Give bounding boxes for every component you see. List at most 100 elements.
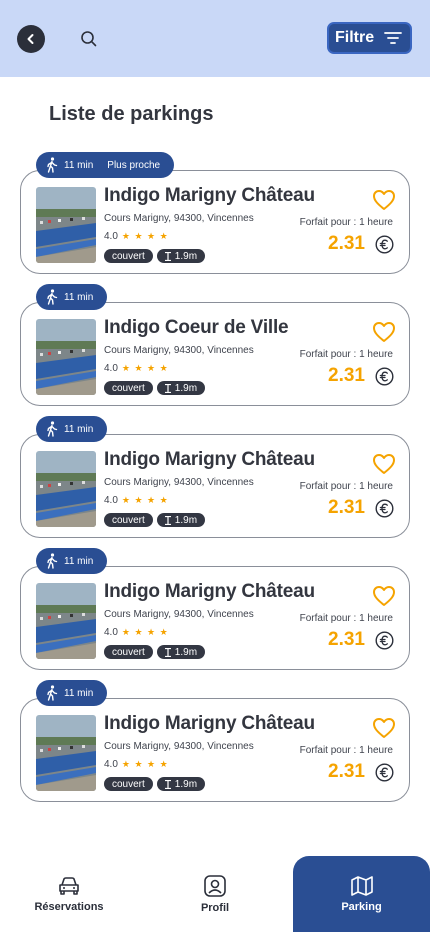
page-title: Liste de parkings	[49, 103, 214, 125]
price-row: 2.31	[328, 629, 394, 651]
tag-covered: couvert	[104, 513, 153, 527]
tag-covered: couvert	[104, 249, 153, 263]
parking-card[interactable]: Indigo Marigny Château Cours Marigny, 94…	[20, 698, 410, 802]
parking-address: Cours Marigny, 94300, Vincennes	[104, 477, 254, 488]
bottom-navigation: Réservations Profil Parking	[0, 856, 430, 932]
tag-height: 1.9m	[156, 513, 206, 527]
parking-name: Indigo Marigny Château	[104, 449, 315, 470]
parking-rating: 4.0 ★ ★ ★ ★	[104, 231, 169, 242]
tag-height: 1.9m	[156, 381, 206, 395]
price-row: 2.31	[328, 761, 394, 783]
parking-thumbnail	[36, 715, 96, 791]
walk-time-badge: 11 min	[36, 416, 108, 442]
parking-address: Cours Marigny, 94300, Vincennes	[104, 741, 254, 752]
car-icon	[59, 877, 79, 895]
nav-profil[interactable]: Profil	[165, 856, 265, 932]
heart-icon[interactable]	[372, 321, 396, 343]
price-row: 2.31	[328, 497, 394, 519]
tag-covered-label: couvert	[112, 778, 145, 790]
forfait-label: Forfait pour : 1 heure	[299, 613, 393, 624]
parking-name: Indigo Marigny Château	[104, 713, 315, 734]
parking-card[interactable]: Indigo Marigny Château Cours Marigny, 94…	[20, 170, 410, 274]
height-limit-icon	[164, 647, 171, 657]
parking-name: Indigo Coeur de Ville	[104, 317, 289, 338]
price-value: 2.31	[328, 761, 365, 782]
tag-height-label: 1.9m	[174, 646, 198, 658]
rating-value: 4.0	[104, 363, 118, 374]
parking-tags: couvert 1.9m	[104, 777, 206, 791]
parking-tags: couvert 1.9m	[104, 645, 206, 659]
price-value: 2.31	[328, 365, 365, 386]
parking-list-item: Indigo Marigny Château Cours Marigny, 94…	[0, 680, 430, 802]
heart-icon[interactable]	[372, 453, 396, 475]
parking-list-item: Indigo Coeur de Ville Cours Marigny, 943…	[0, 284, 430, 406]
tag-covered-label: couvert	[112, 250, 145, 262]
user-icon	[204, 875, 226, 897]
parking-photo	[36, 451, 96, 527]
price-value: 2.31	[328, 497, 365, 518]
parking-list-item: Indigo Marigny Château Cours Marigny, 94…	[0, 152, 430, 274]
parking-rating: 4.0 ★ ★ ★ ★	[104, 495, 169, 506]
parking-thumbnail	[36, 451, 96, 527]
parking-tags: couvert 1.9m	[104, 513, 206, 527]
tag-height-label: 1.9m	[174, 778, 198, 790]
tag-height-label: 1.9m	[174, 250, 198, 262]
parking-rating: 4.0 ★ ★ ★ ★	[104, 627, 169, 638]
heart-icon[interactable]	[372, 717, 396, 739]
walk-time-label: 11 min	[64, 291, 94, 303]
parking-address: Cours Marigny, 94300, Vincennes	[104, 345, 254, 356]
heart-icon[interactable]	[372, 585, 396, 607]
height-limit-icon	[164, 383, 171, 393]
filter-label: Filtre	[335, 29, 375, 46]
rating-value: 4.0	[104, 759, 118, 770]
tag-height: 1.9m	[156, 249, 206, 263]
height-limit-icon	[164, 251, 171, 261]
price-row: 2.31	[328, 365, 394, 387]
parking-rating: 4.0 ★ ★ ★ ★	[104, 759, 169, 770]
euro-icon	[375, 234, 394, 254]
tag-covered-label: couvert	[112, 514, 145, 526]
parking-photo	[36, 187, 96, 263]
nav-reservations[interactable]: Réservations	[20, 856, 118, 932]
walk-time-label: 11 min	[64, 687, 94, 699]
euro-icon	[375, 762, 394, 782]
walk-time-label: 11 min	[64, 159, 94, 171]
parking-list-item: Indigo Marigny Château Cours Marigny, 94…	[0, 548, 430, 670]
tag-covered-label: couvert	[112, 382, 145, 394]
walk-time-badge: 11 min Plus proche	[36, 152, 175, 178]
top-bar: Filtre	[0, 0, 430, 77]
forfait-label: Forfait pour : 1 heure	[299, 745, 393, 756]
rating-value: 4.0	[104, 495, 118, 506]
price-row: 2.31	[328, 233, 394, 255]
heart-icon[interactable]	[372, 189, 396, 211]
filter-button[interactable]: Filtre	[327, 22, 412, 54]
rating-stars: ★ ★ ★ ★	[121, 231, 169, 241]
tag-height-label: 1.9m	[174, 514, 198, 526]
tag-height-label: 1.9m	[174, 382, 198, 394]
parking-card[interactable]: Indigo Marigny Château Cours Marigny, 94…	[20, 434, 410, 538]
parking-tags: couvert 1.9m	[104, 249, 206, 263]
search-icon	[81, 31, 97, 47]
euro-icon	[375, 630, 394, 650]
search-button[interactable]	[79, 29, 99, 49]
back-button[interactable]	[17, 25, 45, 53]
walk-time-badge: 11 min	[36, 680, 108, 706]
tag-height: 1.9m	[156, 777, 206, 791]
walking-person-icon	[47, 421, 58, 437]
nav-parking[interactable]: Parking	[293, 856, 430, 932]
parking-card[interactable]: Indigo Coeur de Ville Cours Marigny, 943…	[20, 302, 410, 406]
rating-stars: ★ ★ ★ ★	[121, 495, 169, 505]
parking-thumbnail	[36, 583, 96, 659]
parking-photo	[36, 715, 96, 791]
tag-height: 1.9m	[156, 645, 206, 659]
parking-card[interactable]: Indigo Marigny Château Cours Marigny, 94…	[20, 566, 410, 670]
tag-covered: couvert	[104, 777, 153, 791]
map-icon	[350, 876, 373, 896]
tag-covered: couvert	[104, 645, 153, 659]
walk-time-badge: 11 min	[36, 548, 108, 574]
walk-time-label: 11 min	[64, 423, 94, 435]
rating-value: 4.0	[104, 231, 118, 242]
euro-icon	[375, 366, 394, 386]
nav-profil-label: Profil	[200, 902, 230, 914]
forfait-label: Forfait pour : 1 heure	[299, 217, 393, 228]
